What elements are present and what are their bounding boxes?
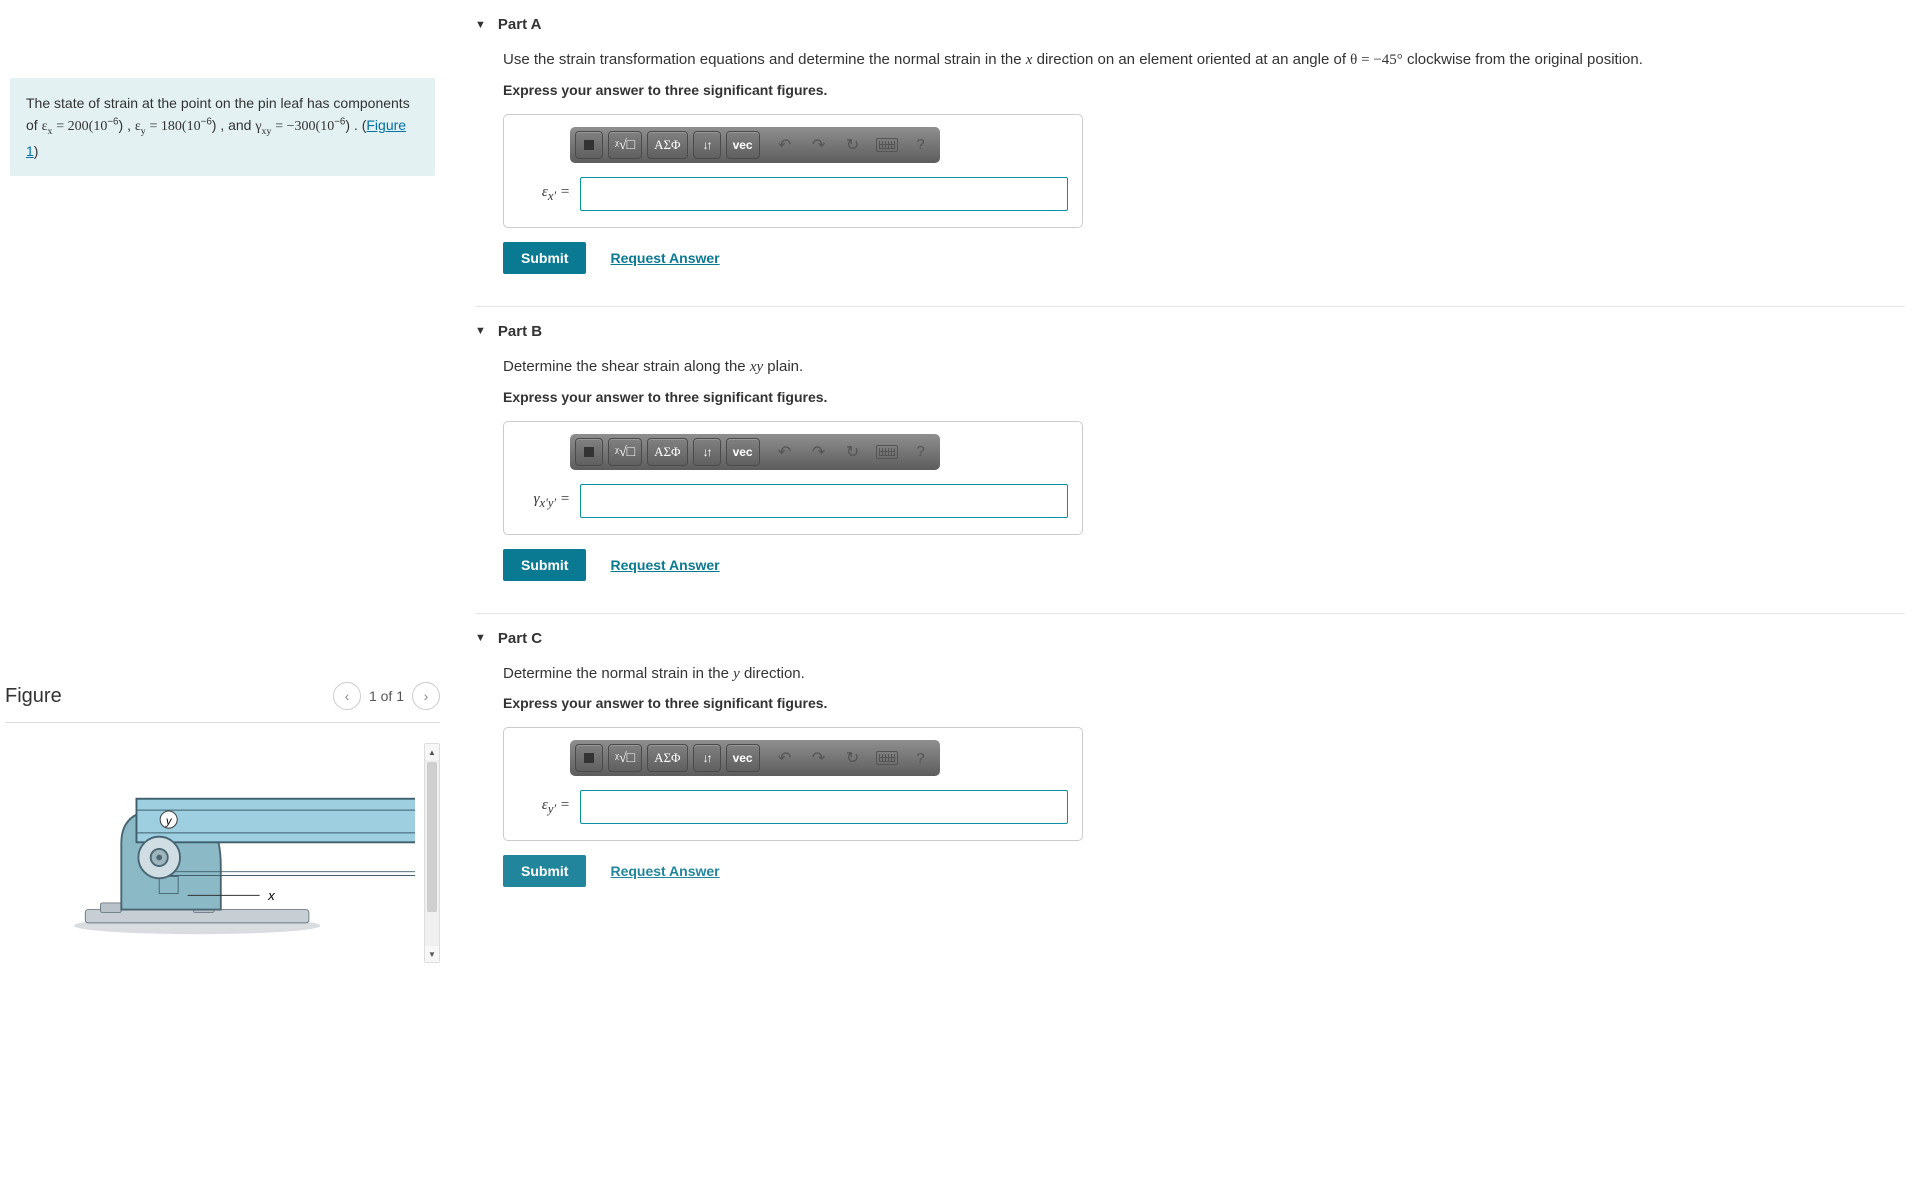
rect-icon <box>584 140 594 150</box>
subscript-button[interactable]: ↓↑ <box>693 131 721 159</box>
figure-panel: Figure ‹ 1 of 1 › <box>0 676 445 963</box>
caret-down-icon: ▼ <box>475 632 486 644</box>
help-button[interactable]: ? <box>907 744 935 772</box>
scroll-up-icon[interactable]: ▲ <box>425 744 439 760</box>
keyboard-button[interactable] <box>873 131 901 159</box>
divider <box>475 613 1905 614</box>
caret-down-icon: ▼ <box>475 325 486 337</box>
part-b-answer-widget: ᵡ√□ ΑΣΦ ↓↑ vec ↶ ↷ ↻ ? γx′y′ = <box>503 421 1083 535</box>
help-button[interactable]: ? <box>907 438 935 466</box>
part-a-prompt: Use the strain transformation equations … <box>503 49 1905 72</box>
figure-next-button[interactable]: › <box>412 682 440 710</box>
sqrt-button[interactable]: ᵡ√□ <box>608 438 642 466</box>
greek-button[interactable]: ΑΣΦ <box>647 131 687 159</box>
part-c-label: Part C <box>498 630 542 647</box>
reset-button[interactable]: ↻ <box>839 438 867 466</box>
caret-down-icon: ▼ <box>475 19 486 31</box>
part-c-answer-widget: ᵡ√□ ΑΣΦ ↓↑ vec ↶ ↷ ↻ ? εy′ = <box>503 727 1083 841</box>
part-c-symlabel: εy′ = <box>520 797 570 817</box>
undo-button[interactable]: ↶ <box>771 438 799 466</box>
equation-toolbar: ᵡ√□ ΑΣΦ ↓↑ vec ↶ ↷ ↻ ? <box>570 434 940 470</box>
subscript-button[interactable]: ↓↑ <box>693 744 721 772</box>
redo-button[interactable]: ↷ <box>805 744 833 772</box>
undo-button[interactable]: ↶ <box>771 131 799 159</box>
part-b-submit-button[interactable]: Submit <box>503 549 586 581</box>
part-a-instruct: Express your answer to three significant… <box>503 82 1905 98</box>
redo-button[interactable]: ↷ <box>805 438 833 466</box>
part-b-answer-input[interactable] <box>580 484 1068 518</box>
redo-button[interactable]: ↷ <box>805 131 833 159</box>
vec-button[interactable]: vec <box>726 131 760 159</box>
problem-statement: The state of strain at the point on the … <box>10 78 435 176</box>
figure-pager: 1 of 1 <box>369 688 404 704</box>
sqrt-button[interactable]: ᵡ√□ <box>608 131 642 159</box>
svg-text:x: x <box>267 888 276 903</box>
equation-toolbar: ᵡ√□ ΑΣΦ ↓↑ vec ↶ ↷ ↻ ? <box>570 127 940 163</box>
figure-scrollbar[interactable]: ▲ ▼ <box>424 743 440 963</box>
part-b-symlabel: γx′y′ = <box>520 491 570 511</box>
divider <box>475 306 1905 307</box>
keyboard-icon <box>876 138 898 152</box>
part-b-toggle[interactable]: ▼ Part B <box>475 315 1905 348</box>
part-b-instruct: Express your answer to three significant… <box>503 389 1905 405</box>
rect-icon <box>584 753 594 763</box>
scrollbar-thumb[interactable] <box>427 762 437 912</box>
templates-button[interactable] <box>575 131 603 159</box>
part-c-prompt: Determine the normal strain in the y dir… <box>503 663 1905 686</box>
part-b-label: Part B <box>498 323 542 340</box>
figure-title: Figure <box>5 685 62 708</box>
part-a-toggle[interactable]: ▼ Part A <box>475 8 1905 41</box>
reset-button[interactable]: ↻ <box>839 744 867 772</box>
templates-button[interactable] <box>575 744 603 772</box>
keyboard-icon <box>876 751 898 765</box>
part-a: ▼ Part A Use the strain transformation e… <box>475 8 1905 288</box>
figure-prev-button[interactable]: ‹ <box>333 682 361 710</box>
greek-button[interactable]: ΑΣΦ <box>647 744 687 772</box>
help-button[interactable]: ? <box>907 131 935 159</box>
part-a-request-answer-link[interactable]: Request Answer <box>610 250 719 266</box>
keyboard-icon <box>876 445 898 459</box>
part-c: ▼ Part C Determine the normal strain in … <box>475 622 1905 902</box>
part-a-submit-button[interactable]: Submit <box>503 242 586 274</box>
templates-button[interactable] <box>575 438 603 466</box>
part-c-instruct: Express your answer to three significant… <box>503 695 1905 711</box>
part-a-label: Part A <box>498 16 542 33</box>
keyboard-button[interactable] <box>873 744 901 772</box>
vec-button[interactable]: vec <box>726 744 760 772</box>
part-c-submit-button[interactable]: Submit <box>503 855 586 887</box>
part-b-prompt: Determine the shear strain along the xy … <box>503 356 1905 379</box>
part-a-answer-input[interactable] <box>580 177 1068 211</box>
reset-button[interactable]: ↻ <box>839 131 867 159</box>
scroll-down-icon[interactable]: ▼ <box>425 946 439 962</box>
undo-button[interactable]: ↶ <box>771 744 799 772</box>
part-a-answer-widget: ᵡ√□ ΑΣΦ ↓↑ vec ↶ ↷ ↻ ? εx′ = <box>503 114 1083 228</box>
greek-button[interactable]: ΑΣΦ <box>647 438 687 466</box>
equation-toolbar: ᵡ√□ ΑΣΦ ↓↑ vec ↶ ↷ ↻ ? <box>570 740 940 776</box>
part-b-request-answer-link[interactable]: Request Answer <box>610 557 719 573</box>
vec-button[interactable]: vec <box>726 438 760 466</box>
figure-image: y x <box>5 743 424 943</box>
part-c-request-answer-link[interactable]: Request Answer <box>610 863 719 879</box>
subscript-button[interactable]: ↓↑ <box>693 438 721 466</box>
keyboard-button[interactable] <box>873 438 901 466</box>
rect-icon <box>584 447 594 457</box>
sqrt-button[interactable]: ᵡ√□ <box>608 744 642 772</box>
part-b: ▼ Part B Determine the shear strain alon… <box>475 315 1905 595</box>
part-c-toggle[interactable]: ▼ Part C <box>475 622 1905 655</box>
part-a-symlabel: εx′ = <box>520 184 570 204</box>
part-c-answer-input[interactable] <box>580 790 1068 824</box>
